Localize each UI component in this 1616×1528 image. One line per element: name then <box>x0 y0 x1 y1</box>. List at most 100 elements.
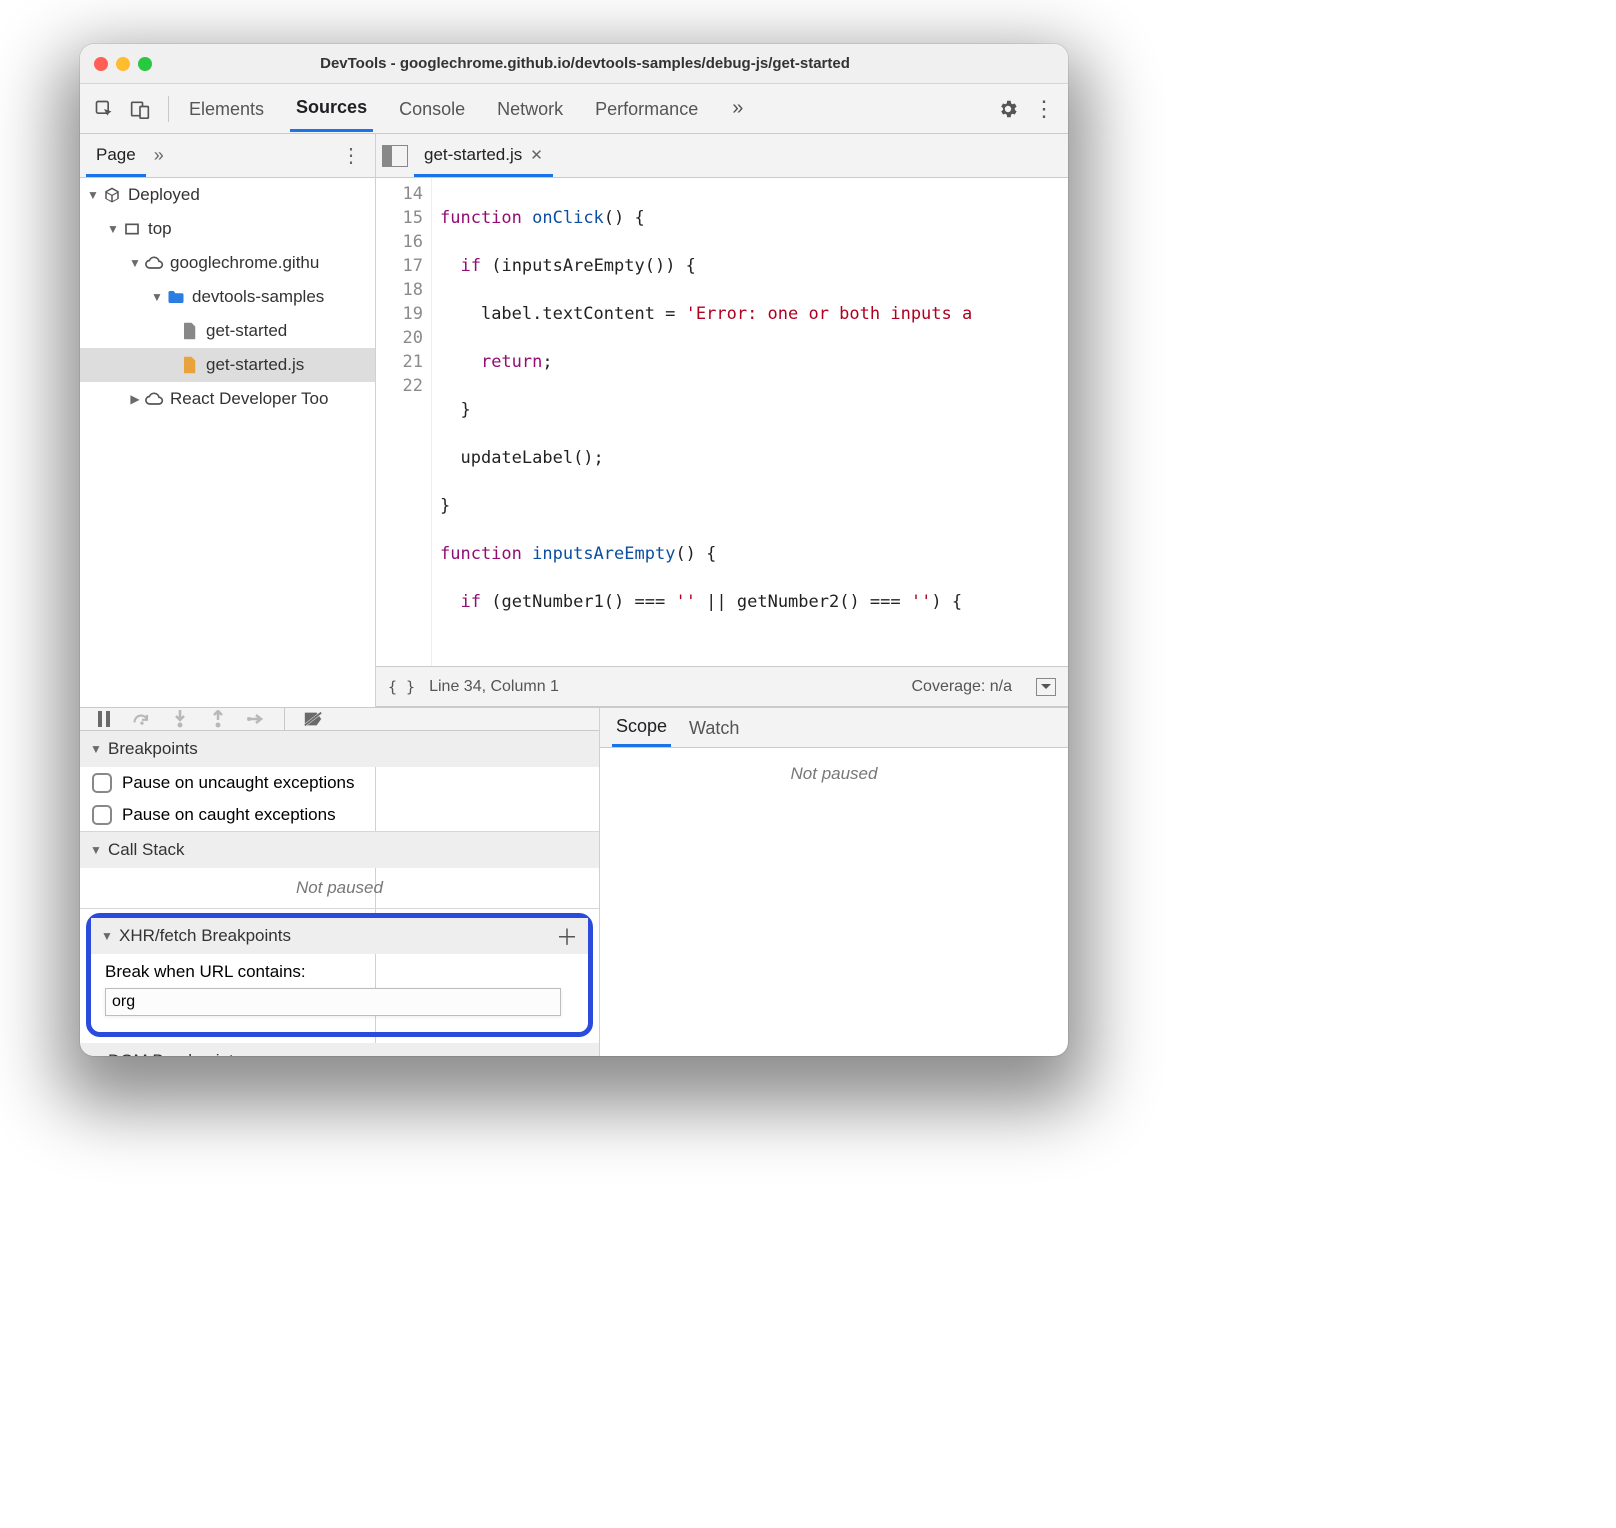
step-over-icon[interactable] <box>132 709 152 729</box>
frame-icon <box>122 219 142 239</box>
chevron-right-icon: ▶ <box>90 1054 104 1056</box>
coverage-dropdown-icon[interactable] <box>1036 678 1056 696</box>
editor-tabs: get-started.js ✕ <box>376 134 1068 178</box>
more-tabs-icon[interactable]: » <box>724 97 751 120</box>
xhr-highlight: ▼ XHR/fetch Breakpoints ＋ Break when URL… <box>86 913 593 1037</box>
code-editor[interactable]: 14 15 16 17 18 19 20 21 22 function onCl… <box>376 178 1068 666</box>
scope-body: Not paused <box>600 748 1068 1056</box>
xhr-label: Break when URL contains: <box>105 962 574 982</box>
line-number: 21 <box>376 350 423 374</box>
titlebar: DevTools - googlechrome.github.io/devtoo… <box>80 44 1068 84</box>
not-paused-label: Not paused <box>600 748 1068 794</box>
coverage-label: Coverage: n/a <box>911 678 1012 696</box>
pause-uncaught-row[interactable]: Pause on uncaught exceptions <box>80 767 599 799</box>
line-number: 19 <box>376 302 423 326</box>
xhr-url-input[interactable] <box>105 988 561 1016</box>
line-number: 15 <box>376 206 423 230</box>
line-number: 14 <box>376 182 423 206</box>
step-out-icon[interactable] <box>208 709 228 729</box>
cloud-icon <box>144 389 164 409</box>
code-lines: function onClick() { if (inputsAreEmpty(… <box>432 178 972 666</box>
section-header[interactable]: ▼ Call Stack <box>80 832 599 868</box>
chevron-down-icon: ▼ <box>128 256 142 270</box>
main-tabbar: Elements Sources Console Network Perform… <box>80 84 1068 134</box>
window-title: DevTools - googlechrome.github.io/devtoo… <box>116 55 1054 72</box>
tab-performance[interactable]: Performance <box>589 87 704 131</box>
deactivate-breakpoints-icon[interactable] <box>303 709 323 729</box>
folder-icon <box>166 287 186 307</box>
tree-file-js[interactable]: get-started.js <box>80 348 375 382</box>
tree-extension[interactable]: ▶ React Developer Too <box>80 382 375 416</box>
debug-pane-row: ▼ Breakpoints Pause on uncaught exceptio… <box>80 707 1068 1056</box>
line-number: 22 <box>376 374 423 398</box>
checkbox-label: Pause on caught exceptions <box>122 805 336 825</box>
debug-left-pane: ▼ Breakpoints Pause on uncaught exceptio… <box>80 708 600 1056</box>
tree-origin[interactable]: ▼ googlechrome.githu <box>80 246 375 280</box>
section-header[interactable]: ▶ DOM Breakpoints <box>80 1043 599 1056</box>
tree-label: get-started <box>206 321 287 341</box>
section-header[interactable]: ▼ XHR/fetch Breakpoints ＋ <box>91 918 588 954</box>
close-tab-icon[interactable]: ✕ <box>530 146 543 164</box>
add-icon[interactable]: ＋ <box>556 920 578 952</box>
tree-label: googlechrome.githu <box>170 253 319 273</box>
section-xhr: ▼ XHR/fetch Breakpoints ＋ Break when URL… <box>91 918 588 1032</box>
settings-icon[interactable] <box>994 95 1022 123</box>
scope-pane: Scope Watch Not paused <box>600 708 1068 1056</box>
pause-caught-row[interactable]: Pause on caught exceptions <box>80 799 599 831</box>
line-number: 20 <box>376 326 423 350</box>
panel-tabs: Elements Sources Console Network Perform… <box>183 85 751 132</box>
line-gutter: 14 15 16 17 18 19 20 21 22 <box>376 178 432 666</box>
tab-network[interactable]: Network <box>491 87 569 131</box>
section-dom: ▶ DOM Breakpoints <box>80 1043 599 1056</box>
cursor-position: Line 34, Column 1 <box>429 678 559 696</box>
tree-file-html[interactable]: get-started <box>80 314 375 348</box>
section-title: DOM Breakpoints <box>108 1051 242 1056</box>
tab-scope[interactable]: Scope <box>612 708 671 747</box>
checkbox-icon[interactable] <box>92 773 112 793</box>
tab-console[interactable]: Console <box>393 87 471 131</box>
nav-tab-page[interactable]: Page <box>86 135 146 177</box>
line-number: 16 <box>376 230 423 254</box>
section-title: Breakpoints <box>108 739 198 759</box>
close-icon[interactable] <box>94 57 108 71</box>
devtools-window: DevTools - googlechrome.github.io/devtoo… <box>80 44 1068 1056</box>
cloud-icon <box>144 253 164 273</box>
kebab-menu-icon[interactable]: ⋮ <box>1030 96 1058 122</box>
checkbox-icon[interactable] <box>92 805 112 825</box>
section-header[interactable]: ▼ Breakpoints <box>80 731 599 767</box>
checkbox-label: Pause on uncaught exceptions <box>122 773 355 793</box>
tab-sources[interactable]: Sources <box>290 85 373 132</box>
cube-icon <box>102 185 122 205</box>
chevron-down-icon: ▼ <box>90 742 104 756</box>
tab-elements[interactable]: Elements <box>183 87 270 131</box>
tree-label: Deployed <box>128 185 200 205</box>
editor-statusbar: { } Line 34, Column 1 Coverage: n/a <box>376 666 1068 706</box>
nav-kebab-icon[interactable]: ⋮ <box>333 143 369 168</box>
editor-tab-label: get-started.js <box>424 145 522 165</box>
nav-more-icon[interactable]: » <box>154 145 164 166</box>
chevron-down-icon: ▼ <box>86 188 100 202</box>
tree-top[interactable]: ▼ top <box>80 212 375 246</box>
tree-label: top <box>148 219 172 239</box>
debug-toolbar <box>80 708 599 731</box>
chevron-down-icon: ▼ <box>90 843 104 857</box>
pause-icon[interactable] <box>94 709 114 729</box>
js-file-icon <box>180 355 200 375</box>
xhr-body: Break when URL contains: <box>91 954 588 1032</box>
file-icon <box>180 321 200 341</box>
tree-deployed[interactable]: ▼ Deployed <box>80 178 375 212</box>
toggle-navigator-icon[interactable] <box>382 145 408 167</box>
line-number: 18 <box>376 278 423 302</box>
tab-watch[interactable]: Watch <box>685 710 743 746</box>
step-into-icon[interactable] <box>170 709 190 729</box>
editor-tab-active[interactable]: get-started.js ✕ <box>414 135 553 177</box>
separator <box>168 96 169 122</box>
pretty-print-icon[interactable]: { } <box>388 678 415 696</box>
editor-pane: get-started.js ✕ 14 15 16 17 18 19 20 21… <box>376 134 1068 707</box>
navigator-tabs: Page » ⋮ <box>80 134 375 178</box>
tree-folder[interactable]: ▼ devtools-samples <box>80 280 375 314</box>
inspect-icon[interactable] <box>90 95 118 123</box>
step-icon[interactable] <box>246 709 266 729</box>
device-toolbar-icon[interactable] <box>126 95 154 123</box>
scope-tabs: Scope Watch <box>600 708 1068 748</box>
